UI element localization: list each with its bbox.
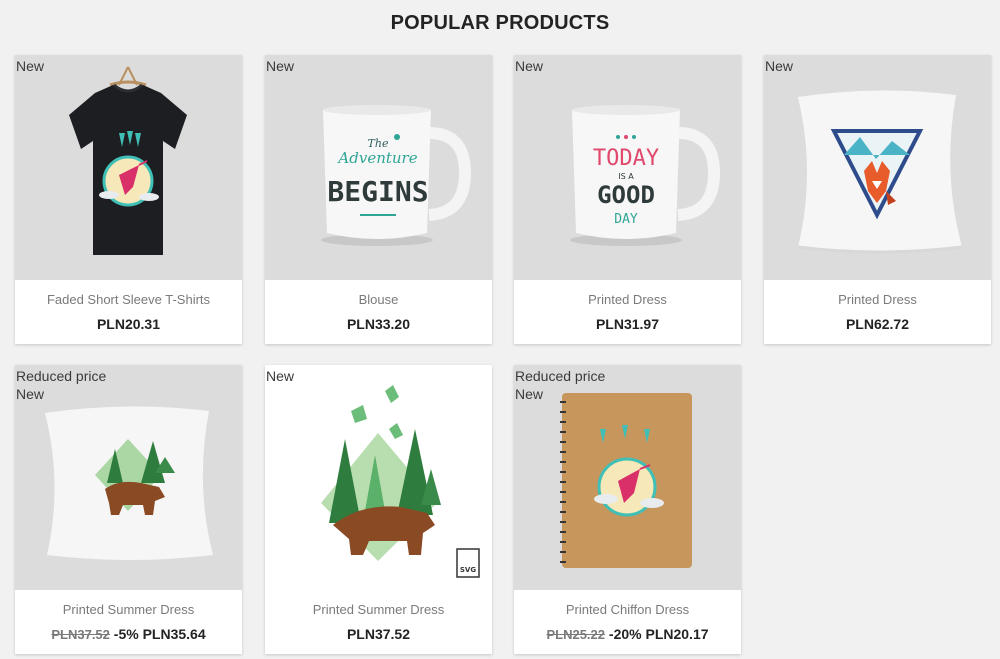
product-info: Printed Chiffon Dress PLN25.22 -20% PLN2… (514, 590, 741, 654)
flag-new: New (266, 368, 295, 384)
product-info: Blouse PLN33.20 (265, 280, 492, 344)
product-price-line: PLN20.31 (15, 307, 242, 332)
product-info: Printed Summer Dress PLN37.52 (265, 590, 492, 654)
mug-adventure-begins-icon: The Adventure BEGINS (321, 105, 472, 246)
product-price-line: PLN33.20 (265, 307, 492, 332)
flag-new: New (16, 58, 45, 74)
mug-text-begins: BEGINS (327, 175, 428, 208)
product-flags: New (765, 57, 793, 75)
product-name[interactable]: Faded Short Sleeve T-Shirts (15, 280, 242, 307)
product-flags: Reduced price New (16, 367, 106, 403)
mug-text-day: DAY (614, 212, 638, 227)
product-name[interactable]: Printed Dress (764, 280, 991, 307)
product-flags: New (266, 367, 294, 385)
product-name[interactable]: Printed Dress (514, 280, 741, 307)
product-thumbnail[interactable]: New TODAY IS A GOOD DAY (514, 55, 741, 280)
product-card[interactable]: New TODAY IS A GOOD DAY Printed Dress PL… (514, 55, 741, 344)
product-price: PLN33.20 (346, 316, 411, 332)
product-thumbnail[interactable]: New (764, 55, 991, 280)
product-flags: New (515, 57, 543, 75)
product-price: PLN31.97 (595, 316, 660, 332)
discount-percentage: -5% (113, 626, 139, 642)
flag-reduced-price: Reduced price (16, 368, 107, 384)
product-card[interactable]: Reduced price New Printed Summer Dress P… (15, 365, 242, 654)
product-name[interactable]: Blouse (265, 280, 492, 307)
flag-new: New (515, 386, 544, 402)
product-flags: Reduced price New (515, 367, 605, 403)
product-info: Printed Summer Dress PLN37.52 -5% PLN35.… (15, 590, 242, 654)
product-card[interactable]: New SVG Printed Summer Dress PLN37.52 (265, 365, 492, 654)
product-card[interactable]: New The Adventure BEGINS Blouse PLN33.20 (265, 55, 492, 344)
product-name[interactable]: Printed Summer Dress (15, 590, 242, 617)
mug-today-good-day-icon: TODAY IS A GOOD DAY (570, 105, 721, 246)
product-flags: New (16, 57, 44, 75)
mug-text-is-a: IS A (618, 172, 634, 181)
product-info: Faded Short Sleeve T-Shirts PLN20.31 (15, 280, 242, 344)
product-price: PLN20.17 (645, 626, 709, 642)
product-card[interactable]: New Printed Dress PLN62.72 (764, 55, 991, 344)
flag-reduced-price: Reduced price (515, 368, 606, 384)
flag-new: New (515, 58, 544, 74)
svg-badge-icon: SVG (460, 566, 476, 574)
product-name[interactable]: Printed Chiffon Dress (514, 590, 741, 617)
mug-text-adventure: Adventure (336, 149, 417, 167)
old-price: PLN25.22 (546, 627, 606, 642)
bear-vector-graphic-icon: SVG (321, 385, 480, 578)
old-price: PLN37.52 (51, 627, 110, 642)
product-thumbnail[interactable]: New (15, 55, 242, 280)
product-price: PLN20.31 (96, 316, 161, 332)
flag-new: New (266, 58, 295, 74)
mug-text-today: TODAY (593, 146, 659, 171)
product-info: Printed Dress PLN31.97 (514, 280, 741, 344)
product-thumbnail[interactable]: Reduced price New (514, 365, 741, 590)
product-price: PLN35.64 (142, 626, 206, 642)
product-thumbnail[interactable]: New SVG (265, 365, 492, 590)
section-title: POPULAR PRODUCTS (390, 12, 610, 34)
product-card[interactable]: Reduced price New Printed Chiffon Dress (514, 365, 741, 654)
product-name[interactable]: Printed Summer Dress (265, 590, 492, 617)
product-price: PLN62.72 (845, 316, 910, 332)
flag-new: New (16, 386, 45, 402)
product-price-line: PLN37.52 (265, 617, 492, 642)
product-price-line: PLN62.72 (764, 307, 991, 332)
product-flags: New (266, 57, 294, 75)
mug-text-good: GOOD (597, 181, 655, 209)
product-price-line: PLN31.97 (514, 307, 741, 332)
tshirt-hummingbird-icon (69, 66, 187, 255)
product-price: PLN37.52 (346, 626, 411, 642)
product-price-line: PLN37.52 -5% PLN35.64 (15, 617, 242, 642)
product-thumbnail[interactable]: Reduced price New (15, 365, 242, 590)
product-price-line: PLN25.22 -20% PLN20.17 (514, 617, 741, 642)
product-info: Printed Dress PLN62.72 (764, 280, 991, 344)
flag-new: New (765, 58, 794, 74)
cushion-fox-icon (797, 90, 963, 254)
product-card[interactable]: New Faded Short Sleeve T-Shirts PLN20.31 (15, 55, 242, 344)
product-thumbnail[interactable]: New The Adventure BEGINS (265, 55, 492, 280)
discount-percentage: -20% (608, 626, 642, 642)
